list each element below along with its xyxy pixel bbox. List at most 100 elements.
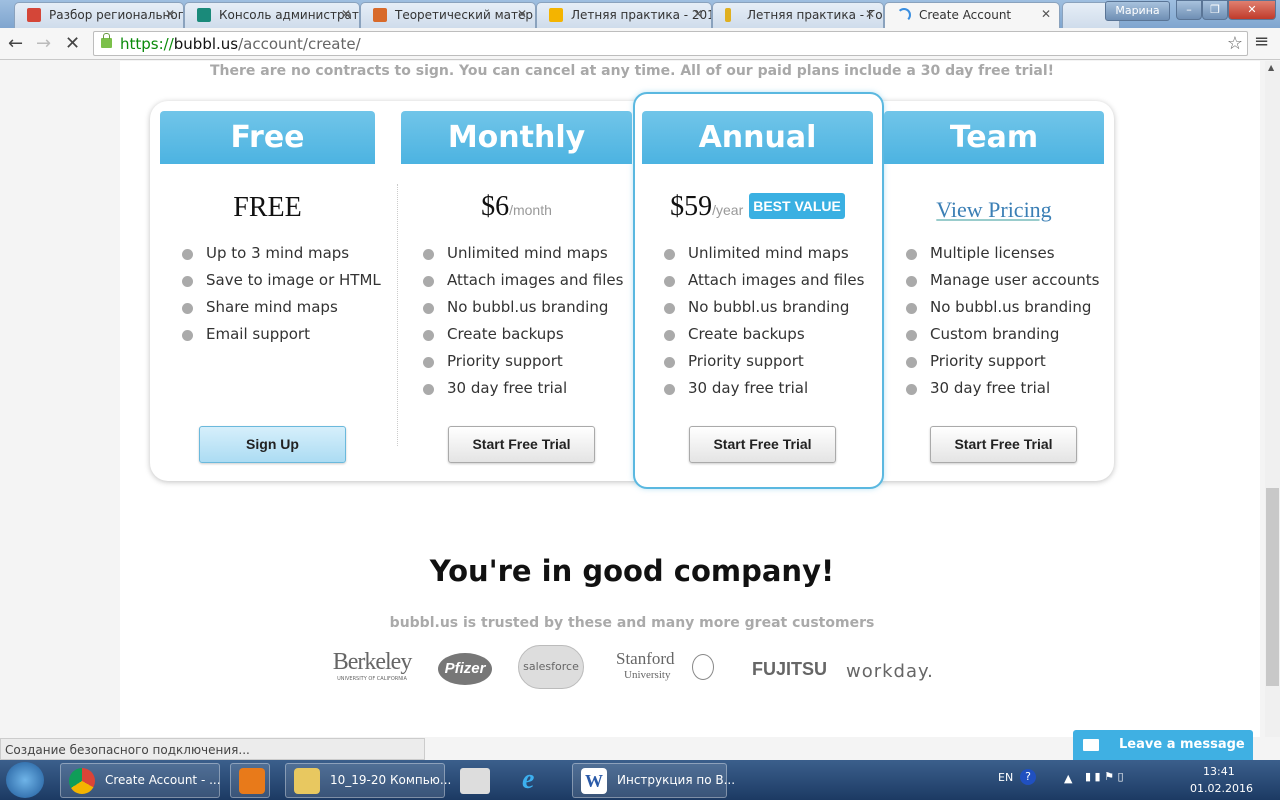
feature: Custom branding (906, 325, 1099, 352)
taskbar-media-player[interactable] (230, 763, 270, 798)
pfizer-logo: Pfizer (438, 653, 492, 685)
feature: Email support (182, 325, 381, 352)
browser-tab[interactable]: Летняя практика - 201 ✕ (536, 2, 712, 28)
chrome-icon (69, 768, 95, 794)
feature: Attach images and files (664, 271, 864, 298)
stanford-logo: Stanford University (616, 649, 716, 681)
internet-explorer-icon[interactable]: e (522, 764, 534, 796)
berkeley-logo: Berkeley UNIVERSITY OF CALIFORNIA (332, 649, 413, 682)
feature: 30 day free trial (906, 379, 1099, 406)
divider (397, 184, 398, 446)
help-icon[interactable]: ? (1020, 769, 1036, 785)
maximize-button[interactable]: ❐ (1202, 0, 1228, 20)
forward-icon[interactable]: → (36, 33, 51, 54)
browser-tab-active[interactable]: Create Account ✕ (884, 2, 1060, 28)
feature: Priority support (906, 352, 1099, 379)
plan-monthly: Monthly $6/month Unlimited mind maps Att… (401, 111, 632, 463)
scrollbar-thumb[interactable] (1266, 488, 1279, 686)
projector-icon[interactable] (460, 768, 490, 794)
feature-list: Unlimited mind maps Attach images and fi… (664, 244, 864, 406)
browser-tab[interactable]: Разбор региональног ✕ (14, 2, 184, 28)
browser-tab[interactable]: Консоль администрат ✕ (184, 2, 360, 28)
loading-icon (897, 8, 911, 22)
media-player-icon (239, 768, 265, 794)
word-icon: W (581, 768, 607, 794)
taskbar: Create Account - ... 10_19-20 Компью... … (0, 760, 1280, 800)
fujitsu-logo: FUJITSU (752, 659, 828, 679)
close-tab-icon[interactable]: ✕ (165, 7, 175, 21)
leave-message-button[interactable]: Leave a message (1073, 730, 1253, 760)
taskbar-folder[interactable]: 10_19-20 Компью... (285, 763, 451, 798)
close-tab-icon[interactable]: ✕ (341, 7, 351, 21)
start-free-trial-button[interactable]: Start Free Trial (930, 426, 1077, 463)
site-icon (725, 8, 731, 22)
feature: No bubbl.us branding (664, 298, 864, 325)
stanford-seal-icon (692, 654, 714, 680)
feature: Manage user accounts (906, 271, 1099, 298)
tab-strip: Разбор региональног ✕ Консоль администрат… (0, 0, 1280, 28)
feature: Share mind maps (182, 298, 381, 325)
start-free-trial-button[interactable]: Start Free Trial (689, 426, 836, 463)
plan-price: View Pricing (884, 193, 1104, 225)
owl-icon (373, 8, 387, 22)
sign-up-button[interactable]: Sign Up (199, 426, 346, 463)
feature: Priority support (664, 352, 864, 379)
taskbar-chrome[interactable]: Create Account - ... (60, 763, 221, 798)
close-tab-icon[interactable]: ✕ (1041, 7, 1051, 21)
feature: Priority support (423, 352, 623, 379)
plan-title: Team (884, 111, 1104, 164)
workday-logo: workday. (846, 661, 934, 682)
scroll-up-icon[interactable]: ▲ (1268, 63, 1274, 72)
feature: Unlimited mind maps (423, 244, 623, 271)
feature-list: Multiple licenses Manage user accounts N… (906, 244, 1099, 406)
address-bar[interactable]: https://bubbl.us/account/create/ ☆ (93, 31, 1248, 56)
plan-price: FREE (233, 192, 302, 223)
plan-free: Free FREE Up to 3 mind maps Save to imag… (160, 111, 381, 463)
close-window-button[interactable]: ✕ (1228, 0, 1276, 20)
best-value-badge: BEST VALUE (749, 193, 845, 219)
view-pricing-link[interactable]: View Pricing (936, 197, 1051, 222)
gmail-icon (27, 8, 41, 22)
back-icon[interactable]: ← (8, 33, 23, 54)
stop-icon[interactable]: ✕ (65, 33, 80, 54)
feature-list: Up to 3 mind maps Save to image or HTML … (182, 244, 381, 352)
close-tab-icon[interactable]: ✕ (693, 7, 703, 21)
close-tab-icon[interactable]: ✕ (517, 7, 527, 21)
status-bar: Создание безопасного подключения... (0, 738, 425, 760)
feature: 30 day free trial (664, 379, 864, 406)
feature: Multiple licenses (906, 244, 1099, 271)
feature: 30 day free trial (423, 379, 623, 406)
feature-list: Unlimited mind maps Attach images and fi… (423, 244, 623, 406)
bookmark-star-icon[interactable]: ☆ (1227, 33, 1243, 54)
plan-annual: Annual $59/year BEST VALUE Unlimited mind… (642, 111, 873, 463)
plan-price: $6/month (481, 191, 552, 222)
start-free-trial-button[interactable]: Start Free Trial (448, 426, 595, 463)
plan-price: $59/year BEST VALUE (642, 191, 873, 223)
lock-icon (101, 33, 112, 48)
plan-team: Team View Pricing Multiple licenses Mana… (884, 111, 1104, 463)
feature: Save to image or HTML (182, 271, 381, 298)
clock-date[interactable]: 01.02.2016 (1190, 782, 1253, 795)
show-hidden-icons[interactable]: ▲ (1064, 772, 1072, 785)
feature: No bubbl.us branding (423, 298, 623, 325)
start-button[interactable] (6, 762, 44, 798)
browser-tab[interactable]: Теоретический матер ✕ (360, 2, 536, 28)
console-icon (197, 8, 211, 22)
feature: Up to 3 mind maps (182, 244, 381, 271)
taskbar-word[interactable]: W Инструкция по В... (572, 763, 735, 798)
profile-button[interactable]: Марина (1105, 1, 1170, 21)
close-tab-icon[interactable]: ✕ (865, 7, 875, 21)
page-content: There are no contracts to sign. You can … (120, 61, 1260, 737)
salesforce-logo: salesforce (518, 645, 584, 689)
language-indicator[interactable]: EN (998, 771, 1013, 784)
clock-time[interactable]: 13:41 (1203, 765, 1235, 778)
good-company-heading: You're in good company! (429, 554, 835, 588)
google-drive-icon (549, 8, 563, 22)
minimize-button[interactable]: – (1176, 0, 1202, 20)
tray-icons[interactable]: ▮ ▮ ⚑ ▯ (1085, 770, 1124, 783)
feature: Attach images and files (423, 271, 623, 298)
feature: No bubbl.us branding (906, 298, 1099, 325)
plan-title: Free (160, 111, 375, 164)
browser-tab[interactable]: Летняя практика - Гор ✕ (712, 2, 884, 28)
menu-icon[interactable]: ≡ (1254, 31, 1269, 52)
